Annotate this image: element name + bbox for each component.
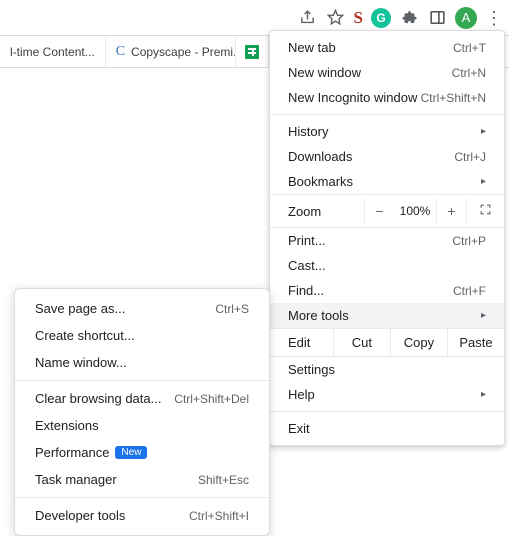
shortcut: Ctrl+J bbox=[454, 150, 486, 164]
menu-downloads[interactable]: Downloads Ctrl+J bbox=[270, 144, 504, 169]
menu-label: Clear browsing data... bbox=[35, 391, 161, 406]
profile-avatar[interactable]: A bbox=[455, 7, 477, 29]
menu-label: Find... bbox=[288, 283, 324, 298]
edit-label: Edit bbox=[270, 329, 333, 356]
menu-label: Extensions bbox=[35, 418, 99, 433]
shortcut: Shift+Esc bbox=[198, 473, 249, 487]
zoom-label: Zoom bbox=[288, 204, 364, 219]
fullscreen-button[interactable] bbox=[466, 199, 504, 223]
more-tools-submenu: Save page as... Ctrl+S Create shortcut..… bbox=[14, 288, 270, 536]
menu-zoom-row: Zoom − 100% + bbox=[270, 194, 504, 228]
menu-label: Name window... bbox=[35, 355, 127, 370]
favicon-sheets-icon bbox=[244, 44, 260, 60]
menu-new-tab[interactable]: New tab Ctrl+T bbox=[270, 35, 504, 60]
submenu-create-shortcut[interactable]: Create shortcut... bbox=[15, 322, 269, 349]
shortcut: Ctrl+Shift+I bbox=[189, 509, 249, 523]
shortcut: Ctrl+S bbox=[215, 302, 249, 316]
extension-s-icon[interactable]: S bbox=[354, 8, 363, 28]
copy-button[interactable]: Copy bbox=[390, 329, 447, 356]
submenu-developer-tools[interactable]: Developer tools Ctrl+Shift+I bbox=[15, 502, 269, 529]
bookmark-star-icon[interactable] bbox=[326, 8, 346, 28]
menu-exit[interactable]: Exit bbox=[270, 416, 504, 441]
tab-label: l-time Content... bbox=[10, 45, 95, 59]
tab[interactable] bbox=[236, 36, 269, 67]
menu-label: Developer tools bbox=[35, 508, 125, 523]
shortcut: Ctrl+T bbox=[453, 41, 486, 55]
menu-settings[interactable]: Settings bbox=[270, 357, 504, 382]
menu-label: Print... bbox=[288, 233, 326, 248]
paste-button[interactable]: Paste bbox=[447, 329, 504, 356]
menu-label: Create shortcut... bbox=[35, 328, 135, 343]
submenu-performance[interactable]: Performance New bbox=[15, 439, 269, 466]
menu-label: Help bbox=[288, 387, 315, 402]
extensions-puzzle-icon[interactable] bbox=[399, 8, 419, 28]
cut-button[interactable]: Cut bbox=[333, 329, 390, 356]
submenu-save-page[interactable]: Save page as... Ctrl+S bbox=[15, 295, 269, 322]
menu-help[interactable]: Help bbox=[270, 382, 504, 407]
separator bbox=[15, 497, 269, 498]
menu-label: Save page as... bbox=[35, 301, 125, 316]
menu-cast[interactable]: Cast... bbox=[270, 253, 504, 278]
tab[interactable]: C Copyscape - Premi... bbox=[106, 36, 236, 67]
shortcut: Ctrl+P bbox=[452, 234, 486, 248]
share-icon[interactable] bbox=[298, 8, 318, 28]
menu-label: Performance bbox=[35, 445, 109, 460]
extension-grammarly-icon[interactable]: G bbox=[371, 8, 391, 28]
menu-label: More tools bbox=[288, 308, 349, 323]
side-panel-icon[interactable] bbox=[427, 8, 447, 28]
menu-print[interactable]: Print... Ctrl+P bbox=[270, 228, 504, 253]
menu-history[interactable]: History bbox=[270, 119, 504, 144]
menu-label: Exit bbox=[288, 421, 310, 436]
zoom-out-button[interactable]: − bbox=[364, 199, 394, 223]
submenu-name-window[interactable]: Name window... bbox=[15, 349, 269, 376]
menu-label: New Incognito window bbox=[288, 90, 417, 105]
separator bbox=[15, 380, 269, 381]
menu-edit-row: Edit Cut Copy Paste bbox=[270, 328, 504, 357]
shortcut: Ctrl+Shift+Del bbox=[174, 392, 249, 406]
menu-label: Bookmarks bbox=[288, 174, 353, 189]
new-badge: New bbox=[115, 446, 147, 459]
submenu-task-manager[interactable]: Task manager Shift+Esc bbox=[15, 466, 269, 493]
menu-label: Downloads bbox=[288, 149, 352, 164]
menu-label: New tab bbox=[288, 40, 336, 55]
tab[interactable]: l-time Content... bbox=[0, 36, 106, 67]
chrome-menu-icon[interactable]: ⋮ bbox=[485, 9, 503, 27]
menu-label: New window bbox=[288, 65, 361, 80]
zoom-in-button[interactable]: + bbox=[436, 199, 466, 223]
menu-label: History bbox=[288, 124, 328, 139]
menu-find[interactable]: Find... Ctrl+F bbox=[270, 278, 504, 303]
menu-label: Settings bbox=[288, 362, 335, 377]
zoom-value: 100% bbox=[394, 204, 436, 218]
menu-incognito[interactable]: New Incognito window Ctrl+Shift+N bbox=[270, 85, 504, 110]
separator bbox=[270, 411, 504, 412]
shortcut: Ctrl+Shift+N bbox=[421, 91, 486, 105]
separator bbox=[270, 114, 504, 115]
submenu-extensions[interactable]: Extensions bbox=[15, 412, 269, 439]
menu-bookmarks[interactable]: Bookmarks bbox=[270, 169, 504, 194]
menu-label: Task manager bbox=[35, 472, 117, 487]
submenu-clear-browsing-data[interactable]: Clear browsing data... Ctrl+Shift+Del bbox=[15, 385, 269, 412]
menu-new-window[interactable]: New window Ctrl+N bbox=[270, 60, 504, 85]
menu-label: Cast... bbox=[288, 258, 326, 273]
tab-label: Copyscape - Premi... bbox=[131, 45, 236, 59]
favicon-copyscape-icon: C bbox=[116, 44, 125, 60]
shortcut: Ctrl+F bbox=[453, 284, 486, 298]
menu-more-tools[interactable]: More tools bbox=[270, 303, 504, 328]
shortcut: Ctrl+N bbox=[452, 66, 486, 80]
chrome-main-menu: New tab Ctrl+T New window Ctrl+N New Inc… bbox=[269, 30, 505, 446]
